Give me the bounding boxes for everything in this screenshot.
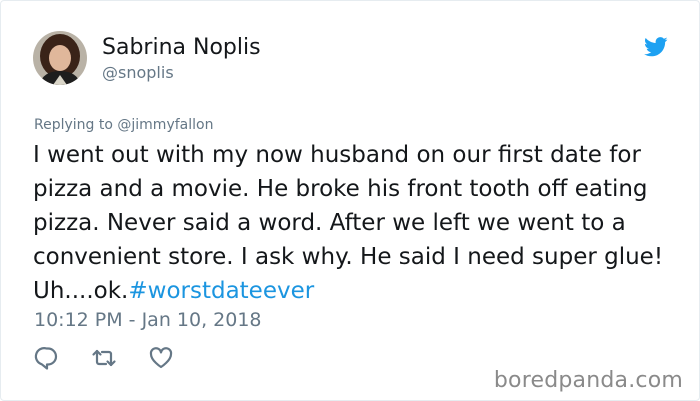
hashtag-link[interactable]: #worstdateever [128,278,314,304]
display-name[interactable]: Sabrina Noplis [102,34,261,62]
replying-to-mention[interactable]: @jimmyfallon [117,117,213,133]
twitter-bird-icon[interactable] [644,37,668,57]
reply-icon[interactable] [34,345,60,371]
watermark: boredpanda.com [493,368,683,393]
replying-to: Replying to @jimmyfallon [34,116,213,134]
tweet-card: Sabrina Noplis @snoplis Replying to @jim… [0,0,700,401]
retweet-icon[interactable] [91,345,117,371]
tweet-timestamp[interactable]: 10:12 PM - Jan 10, 2018 [34,308,262,332]
tweet-text: I went out with my now husband on our fi… [33,138,683,308]
avatar[interactable] [33,31,87,85]
avatar-image [33,31,87,85]
heart-icon[interactable] [148,345,174,371]
replying-to-prefix: Replying to [34,117,113,133]
user-handle[interactable]: @snoplis [102,63,174,83]
